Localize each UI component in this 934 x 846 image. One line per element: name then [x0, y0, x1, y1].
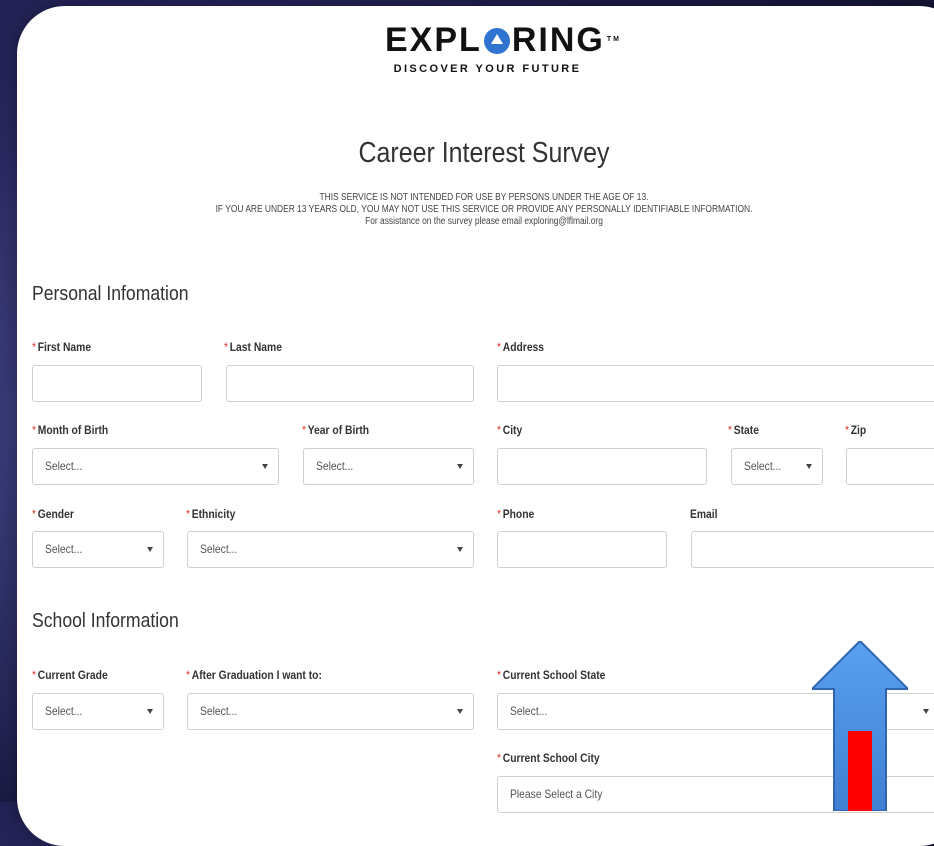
label-text: After Graduation I want to:	[191, 668, 322, 682]
red-highlight-bar	[848, 731, 872, 811]
label-text: Email	[690, 507, 718, 521]
gender-select[interactable]: Select...	[32, 531, 164, 568]
page-title: Career Interest Survey	[358, 137, 610, 169]
exploring-logo: EXPL RING TM DISCOVER YOUR FUTURE	[385, 20, 619, 75]
label-school-state: * Current School State	[497, 668, 605, 682]
select-value: Select...	[45, 704, 83, 718]
label-text: Month of Birth	[37, 423, 109, 437]
chevron-down-icon	[147, 547, 153, 552]
label-current-grade: * Current Grade	[32, 668, 108, 682]
required-marker: *	[186, 507, 191, 521]
scroll-arrow-icon	[812, 641, 908, 811]
notice-line-1: THIS SERVICE IS NOT INTENDED FOR USE BY …	[319, 192, 649, 203]
month-of-birth-select[interactable]: Select...	[32, 448, 279, 485]
label-text: First Name	[37, 340, 92, 354]
label-text: Address	[502, 340, 545, 354]
label-text: Year of Birth	[307, 423, 370, 437]
label-text: Current School City	[502, 751, 600, 765]
label-text: City	[502, 423, 523, 437]
chevron-down-icon	[923, 709, 929, 714]
required-marker: *	[32, 507, 37, 521]
label-text: Ethnicity	[191, 507, 236, 521]
select-value: Please Select a City	[510, 787, 603, 801]
required-marker: *	[32, 668, 37, 682]
label-text: Current School State	[502, 668, 606, 682]
label-text: Current Grade	[37, 668, 108, 682]
logo-wordmark: EXPL RING TM	[385, 20, 621, 60]
label-year-of-birth: * Year of Birth	[302, 423, 369, 437]
label-city: * City	[497, 423, 522, 437]
zip-input[interactable]	[846, 448, 934, 485]
address-input[interactable]	[497, 365, 934, 402]
select-value: Select...	[316, 459, 354, 473]
label-month-of-birth: * Month of Birth	[32, 423, 108, 437]
required-marker: *	[497, 340, 502, 354]
label-ethnicity: * Ethnicity	[186, 507, 235, 521]
label-first-name: * First Name	[32, 340, 91, 354]
year-of-birth-select[interactable]: Select...	[303, 448, 474, 485]
required-marker: *	[32, 423, 37, 437]
required-marker: *	[32, 340, 37, 354]
after-graduation-select[interactable]: Select...	[187, 693, 474, 730]
select-value: Select...	[200, 542, 238, 556]
section-title-personal: Personal Infomation	[32, 283, 189, 305]
select-value: Select...	[744, 459, 782, 473]
label-text: State	[733, 423, 759, 437]
ethnicity-select[interactable]: Select...	[187, 531, 474, 568]
label-address: * Address	[497, 340, 544, 354]
label-text: Zip	[850, 423, 867, 437]
select-value: Select...	[45, 542, 83, 556]
chevron-down-icon	[457, 709, 463, 714]
required-marker: *	[186, 668, 191, 682]
trademark-mark: TM	[606, 36, 621, 43]
required-marker: *	[497, 507, 502, 521]
chevron-down-icon	[147, 709, 153, 714]
survey-card: EXPL RING TM DISCOVER YOUR FUTURE Career…	[17, 6, 934, 846]
current-grade-select[interactable]: Select...	[32, 693, 164, 730]
logo-tagline: DISCOVER YOUR FUTURE	[393, 63, 582, 75]
notice-line-2: IF YOU ARE UNDER 13 YEARS OLD, YOU MAY N…	[215, 204, 753, 215]
chevron-down-icon	[457, 547, 463, 552]
state-select[interactable]: Select...	[731, 448, 823, 485]
first-name-input[interactable]	[32, 365, 202, 402]
city-input[interactable]	[497, 448, 707, 485]
label-phone: * Phone	[497, 507, 534, 521]
required-marker: *	[224, 340, 229, 354]
logo-compass-icon	[483, 28, 510, 54]
label-gender: * Gender	[32, 507, 74, 521]
phone-input[interactable]	[497, 531, 667, 568]
required-marker: *	[845, 423, 850, 437]
label-text: Phone	[502, 507, 535, 521]
required-marker: *	[728, 423, 733, 437]
required-marker: *	[497, 668, 502, 682]
label-text: Gender	[37, 507, 74, 521]
label-state: * State	[728, 423, 759, 437]
chevron-down-icon	[262, 464, 268, 469]
label-text: Last Name	[229, 340, 282, 354]
required-marker: *	[497, 751, 502, 765]
chevron-down-icon	[457, 464, 463, 469]
select-value: Select...	[45, 459, 83, 473]
logo-text-left: EXPL	[385, 21, 482, 59]
label-email: Email	[690, 507, 718, 521]
required-marker: *	[302, 423, 307, 437]
notice-line-3: For assistance on the survey please emai…	[365, 216, 603, 227]
label-school-city: * Current School City	[497, 751, 600, 765]
section-title-school: School Information	[32, 610, 179, 632]
label-last-name: * Last Name	[224, 340, 282, 354]
select-value: Select...	[200, 704, 238, 718]
last-name-input[interactable]	[226, 365, 474, 402]
select-value: Select...	[510, 704, 548, 718]
logo-text-right: RING	[511, 21, 605, 59]
label-zip: * Zip	[845, 423, 866, 437]
label-after-graduation: * After Graduation I want to:	[186, 668, 322, 682]
email-input[interactable]	[691, 531, 934, 568]
age-notice: THIS SERVICE IS NOT INTENDED FOR USE BY …	[92, 192, 877, 228]
required-marker: *	[497, 423, 502, 437]
chevron-down-icon	[806, 464, 812, 469]
